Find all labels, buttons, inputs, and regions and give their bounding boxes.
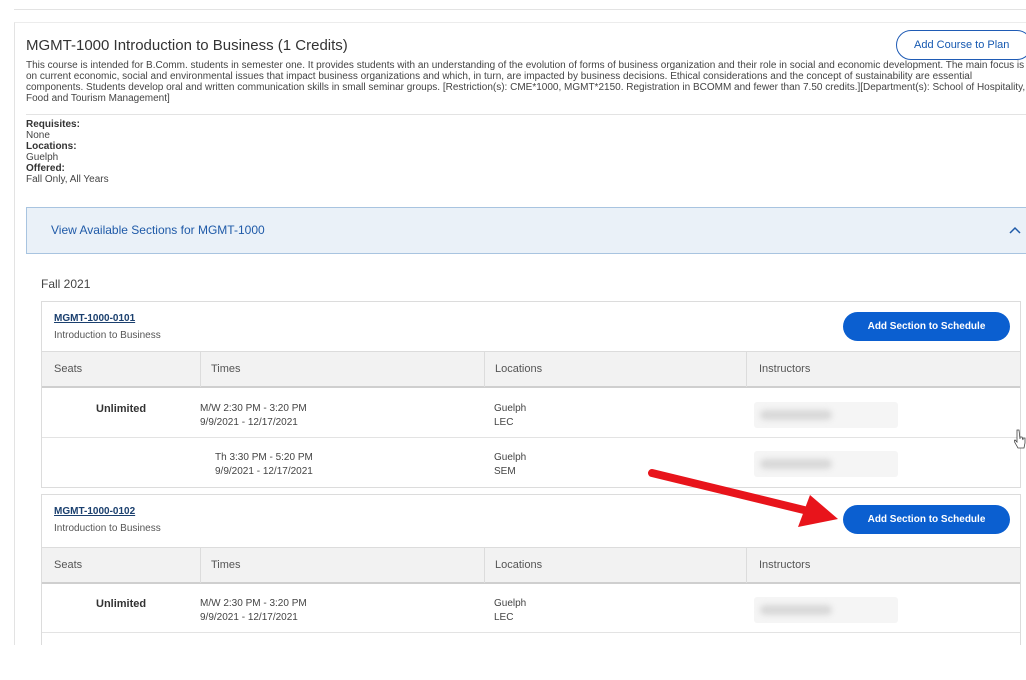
locations-header: Locations [484, 548, 746, 583]
location-campus: Guelph [494, 403, 527, 414]
seats-header: Seats [54, 559, 83, 571]
description-divider [26, 114, 1026, 115]
course-description: This course is intended for B.Comm. stud… [26, 60, 1026, 104]
table-row: Th 3:30 PM - 5:20 PM 9/9/2021 - 12/17/20… [42, 437, 1020, 485]
add-course-to-plan-button[interactable]: Add Course to Plan [896, 30, 1026, 60]
location-campus: Guelph [494, 598, 527, 609]
table-row [42, 632, 1020, 680]
top-divider [14, 9, 1026, 10]
course-title: MGMT-1000 Introduction to Business (1 Cr… [26, 37, 348, 54]
meeting-type: LEC [494, 417, 514, 428]
instructors-header: Instructors [746, 548, 1020, 583]
course-meta: Requisites: None Locations: Guelph Offer… [26, 119, 109, 185]
hand-cursor-icon [1014, 429, 1026, 449]
meeting-times: M/W 2:30 PM - 3:20 PM 9/9/2021 - 12/17/2… [200, 597, 307, 625]
meeting-times: M/W 2:30 PM - 3:20 PM 9/9/2021 - 12/17/2… [200, 402, 307, 430]
seats-header: Seats [54, 363, 83, 375]
add-section-to-schedule-button[interactable]: Add Section to Schedule [843, 505, 1010, 534]
view-sections-title: View Available Sections for MGMT-1000 [51, 223, 265, 237]
requisites-value: None [26, 130, 50, 141]
annotation-arrow-icon [648, 469, 838, 527]
table-row: Unlimited M/W 2:30 PM - 3:20 PM 9/9/2021… [42, 584, 1020, 632]
table-header: Seats Times Locations Instructors [42, 547, 1020, 584]
seats-value: Unlimited [96, 598, 147, 610]
meeting-type: SEM [494, 466, 516, 477]
meeting-location: Guelph LEC [494, 597, 526, 625]
meeting-location: Guelph SEM [494, 451, 526, 479]
table-header: Seats Times Locations Instructors [42, 351, 1020, 388]
section-name: Introduction to Business [54, 523, 161, 534]
section-code-link[interactable]: MGMT-1000-0102 [54, 506, 135, 517]
meeting-dates: 9/9/2021 - 12/17/2021 [200, 417, 298, 428]
section-card: MGMT-1000-0102 Introduction to Business … [41, 494, 1021, 645]
add-section-to-schedule-button[interactable]: Add Section to Schedule [843, 312, 1010, 341]
instructor-redacted [754, 597, 898, 623]
meeting-dates: 9/9/2021 - 12/17/2021 [200, 612, 298, 623]
meeting-time: M/W 2:30 PM - 3:20 PM [200, 598, 307, 609]
view-sections-accordion[interactable]: View Available Sections for MGMT-1000 [26, 207, 1026, 254]
chevron-up-icon[interactable] [1009, 222, 1021, 237]
seats-value: Unlimited [96, 403, 147, 415]
meeting-type: LEC [494, 612, 514, 623]
requisites-label: Requisites: [26, 119, 80, 130]
meeting-time: Th 3:30 PM - 5:20 PM [215, 452, 313, 463]
table-row: Unlimited M/W 2:30 PM - 3:20 PM 9/9/2021… [42, 389, 1020, 437]
term-label: Fall 2021 [41, 277, 91, 291]
meeting-dates: 9/9/2021 - 12/17/2021 [215, 466, 313, 477]
instructor-redacted [754, 402, 898, 428]
times-header: Times [200, 548, 484, 583]
location-campus: Guelph [494, 452, 527, 463]
times-header: Times [200, 352, 484, 387]
offered-label: Offered: [26, 163, 65, 174]
locations-header: Locations [484, 352, 746, 387]
offered-value: Fall Only, All Years [26, 174, 109, 185]
meeting-time: M/W 2:30 PM - 3:20 PM [200, 403, 307, 414]
instructors-header: Instructors [746, 352, 1020, 387]
section-code-link[interactable]: MGMT-1000-0101 [54, 313, 135, 324]
meeting-location: Guelph LEC [494, 402, 526, 430]
meeting-times: Th 3:30 PM - 5:20 PM 9/9/2021 - 12/17/20… [215, 451, 313, 479]
section-name: Introduction to Business [54, 330, 161, 341]
locations-label: Locations: [26, 141, 77, 152]
locations-value: Guelph [26, 152, 59, 163]
section-card: MGMT-1000-0101 Introduction to Business … [41, 301, 1021, 488]
